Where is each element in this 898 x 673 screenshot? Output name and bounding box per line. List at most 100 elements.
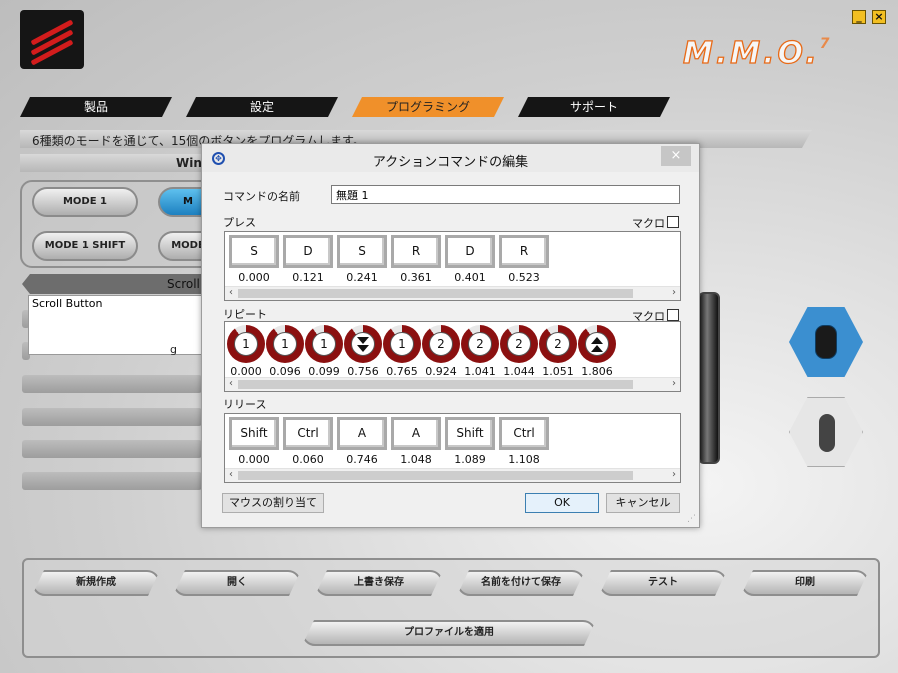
- press-key[interactable]: R: [499, 235, 549, 268]
- repeat-event-time: 0.756: [347, 365, 379, 378]
- release-key-time: 1.108: [508, 453, 540, 466]
- repeat-event[interactable]: [578, 325, 616, 363]
- release-scrollbar[interactable]: ‹ ›: [225, 468, 680, 482]
- button-slot-bar[interactable]: [22, 472, 202, 490]
- press-key[interactable]: S: [337, 235, 387, 268]
- save-button[interactable]: 上書き保存: [315, 570, 443, 596]
- tab-support[interactable]: サポート: [518, 97, 670, 117]
- mouse-image: [698, 292, 720, 464]
- apply-profile-button[interactable]: プロファイルを適用: [302, 620, 596, 646]
- repeat-event-count: 1: [312, 332, 336, 356]
- release-key-time: 0.000: [238, 453, 270, 466]
- scroll-thumb[interactable]: [238, 289, 633, 298]
- press-key[interactable]: D: [445, 235, 495, 268]
- repeat-event-count: 2: [468, 332, 492, 356]
- scroll-button-list[interactable]: Scroll Button: [28, 295, 204, 355]
- repeat-event[interactable]: 2: [500, 325, 538, 363]
- command-name-input[interactable]: [331, 185, 680, 204]
- print-button[interactable]: 印刷: [741, 570, 869, 596]
- repeat-event-count: 2: [429, 332, 453, 356]
- repeat-event-count: 2: [507, 332, 531, 356]
- mmo7-logo: M.M.O.7: [682, 35, 833, 71]
- press-macro-label: マクロ: [632, 217, 665, 230]
- release-key-time: 1.048: [400, 453, 432, 466]
- scroll-thumb[interactable]: [238, 471, 633, 480]
- release-label: リリース: [223, 398, 267, 411]
- list-item[interactable]: Scroll Button: [32, 297, 103, 310]
- release-key[interactable]: A: [337, 417, 387, 450]
- test-button[interactable]: テスト: [599, 570, 727, 596]
- scroll-right-icon[interactable]: ›: [672, 469, 676, 480]
- mouse-side-view-button[interactable]: [789, 397, 863, 467]
- tab-product[interactable]: 製品: [20, 97, 172, 117]
- repeat-event[interactable]: [344, 325, 382, 363]
- repeat-label: リピート: [223, 308, 267, 321]
- save-as-button[interactable]: 名前を付けて保存: [457, 570, 585, 596]
- release-key-time: 1.089: [454, 453, 486, 466]
- release-key[interactable]: A: [391, 417, 441, 450]
- release-panel[interactable]: ‹ › Shift 0.000 Ctrl 0.060 A 0.746 A 1.048 Shift 1…: [224, 413, 681, 483]
- list-glimpse-text: g: [170, 343, 177, 356]
- release-key[interactable]: Shift: [445, 417, 495, 450]
- scroll-left-icon[interactable]: ‹: [229, 469, 233, 480]
- scroll-up-icon: [585, 332, 609, 356]
- resize-grip-icon[interactable]: ⋰: [687, 514, 696, 524]
- scroll-right-icon[interactable]: ›: [672, 287, 676, 298]
- app-window: M.M.O.7 _ × 製品 設定 プログラミング サポート 6種類のモードを通…: [0, 0, 898, 673]
- ok-button[interactable]: OK: [525, 493, 599, 513]
- close-button[interactable]: ×: [872, 10, 886, 24]
- repeat-event[interactable]: 2: [461, 325, 499, 363]
- mouse-top-view-button[interactable]: [789, 307, 863, 377]
- repeat-event-time: 0.096: [269, 365, 301, 378]
- repeat-event-count: 1: [273, 332, 297, 356]
- command-name-label: コマンドの名前: [223, 190, 300, 203]
- mode1-button[interactable]: MODE 1: [32, 187, 138, 217]
- repeat-event[interactable]: 1: [227, 325, 265, 363]
- press-panel[interactable]: ‹ › S 0.000 D 0.121 S 0.241 R 0.361 D 0.401 R 0.523: [224, 231, 681, 301]
- release-key[interactable]: Ctrl: [499, 417, 549, 450]
- repeat-event[interactable]: 1: [383, 325, 421, 363]
- scroll-left-icon[interactable]: ‹: [229, 287, 233, 298]
- repeat-scrollbar[interactable]: ‹ ›: [225, 377, 680, 391]
- button-slot-bar[interactable]: [22, 408, 202, 426]
- cancel-button[interactable]: キャンセル: [606, 493, 680, 513]
- repeat-event[interactable]: 2: [539, 325, 577, 363]
- new-button[interactable]: 新規作成: [32, 570, 160, 596]
- press-key[interactable]: S: [229, 235, 279, 268]
- press-key[interactable]: R: [391, 235, 441, 268]
- repeat-event-time: 0.099: [308, 365, 340, 378]
- repeat-event[interactable]: 1: [266, 325, 304, 363]
- assign-mouse-button[interactable]: マウスの割り当て: [222, 493, 324, 513]
- press-key-time: 0.401: [454, 271, 486, 284]
- press-key-time: 0.361: [400, 271, 432, 284]
- press-macro-checkbox[interactable]: [667, 216, 679, 228]
- mode1-shift-button[interactable]: MODE 1 SHIFT: [32, 231, 138, 261]
- open-button[interactable]: 開く: [173, 570, 301, 596]
- mouse-top-icon: [815, 325, 837, 359]
- release-key[interactable]: Ctrl: [283, 417, 333, 450]
- dialog-title: アクションコマンドの編集: [372, 155, 529, 170]
- repeat-event-time: 1.806: [581, 365, 613, 378]
- release-key[interactable]: Shift: [229, 417, 279, 450]
- repeat-event-time: 1.051: [542, 365, 574, 378]
- tab-programming[interactable]: プログラミング: [352, 97, 504, 117]
- press-key[interactable]: D: [283, 235, 333, 268]
- repeat-panel[interactable]: ‹ › 1 0.000 1 0.096 1 0.099 0.756 1 0.765 2 0.924 2 1…: [224, 321, 681, 392]
- dialog-titlebar[interactable]: ✥ アクションコマンドの編集 ×: [202, 144, 699, 172]
- minimize-button[interactable]: _: [852, 10, 866, 24]
- release-key-time: 0.746: [346, 453, 378, 466]
- repeat-event-time: 1.044: [503, 365, 535, 378]
- tab-settings[interactable]: 設定: [186, 97, 338, 117]
- repeat-event-count: 2: [546, 332, 570, 356]
- dialog-close-button[interactable]: ×: [661, 146, 691, 166]
- press-scrollbar[interactable]: ‹ ›: [225, 286, 680, 300]
- scroll-right-icon[interactable]: ›: [672, 378, 676, 389]
- press-key-time: 0.523: [508, 271, 540, 284]
- button-slot-bar[interactable]: [22, 440, 202, 458]
- repeat-macro-checkbox[interactable]: [667, 309, 679, 321]
- repeat-event[interactable]: 1: [305, 325, 343, 363]
- repeat-event[interactable]: 2: [422, 325, 460, 363]
- scroll-thumb[interactable]: [238, 380, 633, 389]
- button-slot-bar[interactable]: [22, 375, 202, 393]
- scroll-left-icon[interactable]: ‹: [229, 378, 233, 389]
